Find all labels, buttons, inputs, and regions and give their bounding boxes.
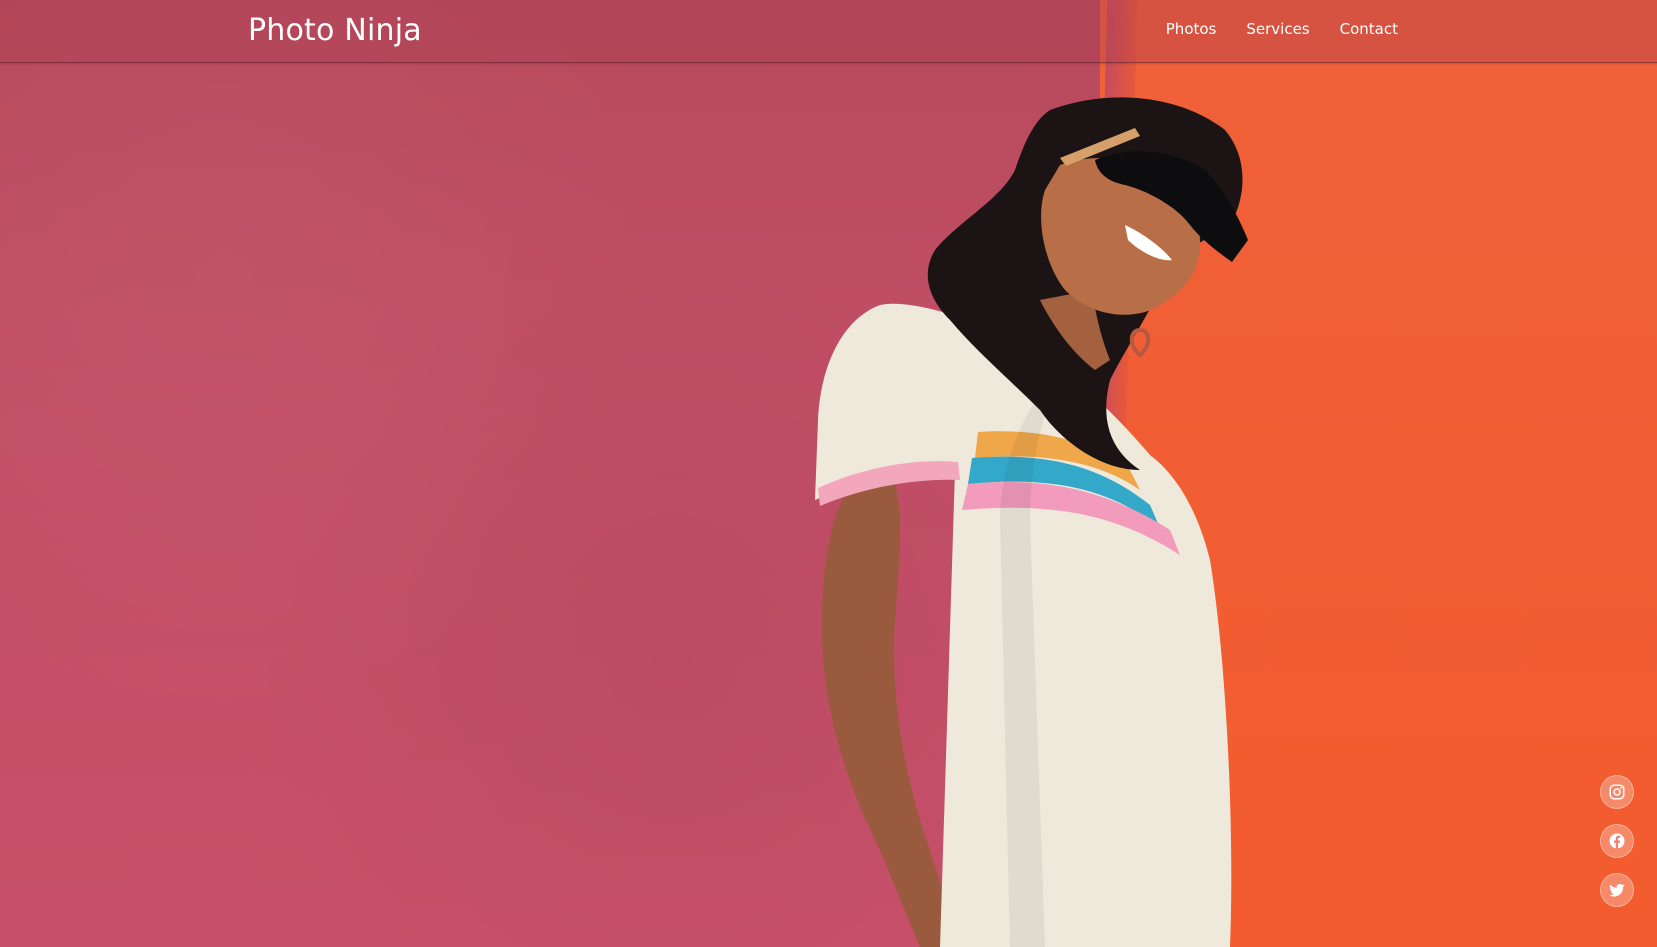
instagram-icon <box>1609 784 1625 800</box>
facebook-button[interactable] <box>1600 824 1634 858</box>
nav-link-contact[interactable]: Contact <box>1340 20 1398 38</box>
hero-photo-woman <box>815 97 1248 947</box>
twitter-button[interactable] <box>1600 873 1634 907</box>
twitter-icon <box>1609 883 1625 897</box>
brand-logo-link[interactable]: Photo Ninja <box>248 13 422 48</box>
site-header: Photo Ninja Photos Services Contact <box>0 0 1657 63</box>
main-nav: Photos Services Contact <box>1166 20 1398 38</box>
social-links <box>1600 775 1634 907</box>
page: Photo Ninja Photos Services Contact <box>0 0 1657 947</box>
hero-background <box>0 0 1657 947</box>
nav-link-photos[interactable]: Photos <box>1166 20 1217 38</box>
nav-link-services[interactable]: Services <box>1246 20 1309 38</box>
facebook-icon <box>1609 833 1625 849</box>
instagram-button[interactable] <box>1600 775 1634 809</box>
